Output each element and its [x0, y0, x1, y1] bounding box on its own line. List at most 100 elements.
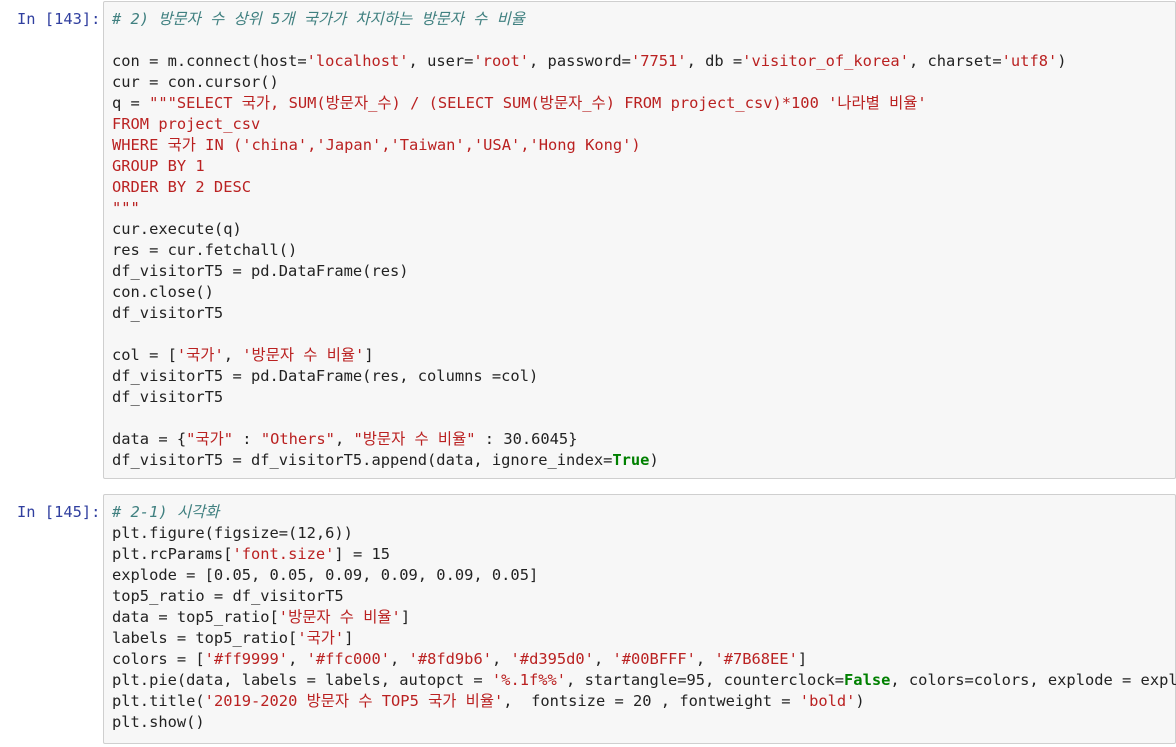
code-line: plt.pie(data, labels = labels, autopct =… [112, 670, 1176, 691]
code-string: GROUP BY 1 [112, 157, 205, 175]
code-token: df_visitorT5 [112, 304, 224, 322]
code-token: df_visitorT5 [112, 388, 224, 406]
notebook-cell-143[interactable]: In [143]: # 2) 방문자 수 상위 5개 국가가 차지하는 방문자 … [0, 0, 1176, 480]
code-line: ORDER BY 2 DESC [112, 177, 1171, 198]
code-token: , [593, 650, 613, 668]
notebook-cell-145[interactable]: In [145]: # 2-1) 시각화 plt.figure(figsize=(… [0, 492, 1176, 744]
code-string: '#8fd9b6' [408, 650, 492, 668]
code-token: data = { [112, 430, 187, 448]
code-content: # 2-1) 시각화 plt.figure(figsize=(12,6)) plt.… [112, 502, 1176, 733]
code-editor[interactable]: # 2) 방문자 수 상위 5개 국가가 차지하는 방문자 수 비율 con = … [103, 1, 1176, 479]
code-line: explode = [0.05, 0.05, 0.09, 0.09, 0.09,… [112, 565, 1171, 586]
code-line: q = """SELECT 국가, SUM(방문자_수) / (SELECT S… [112, 93, 1171, 114]
code-token: ] [400, 608, 411, 626]
code-token: plt.figure(figsize=(12,6)) [112, 524, 353, 542]
code-token: colors = [ [112, 650, 205, 668]
code-editor[interactable]: # 2-1) 시각화 plt.figure(figsize=(12,6)) plt.… [103, 494, 1176, 744]
code-token: plt.title( [112, 692, 205, 710]
code-token: plt.rcParams[ [112, 545, 233, 563]
code-line: res = cur.fetchall() [112, 240, 1171, 261]
code-line: top5_ratio = df_visitorT5 [112, 586, 1171, 607]
code-token: , password= [529, 52, 631, 70]
code-line: plt.show() [112, 712, 1171, 733]
code-string: """ [112, 199, 140, 217]
code-token: df_visitorT5 = pd.DataFrame(res) [112, 262, 409, 280]
code-token: ) [649, 451, 659, 469]
code-token: , [695, 650, 715, 668]
input-prompt: In [145]: [17, 503, 101, 521]
code-token: ] [364, 346, 374, 364]
code-line: colors = ['#ff9999', '#ffc000', '#8fd9b6… [112, 649, 1171, 670]
code-line: data = top5_ratio['방문자 수 비율'] [112, 607, 1171, 628]
code-token: , user= [408, 52, 474, 70]
code-line: data = {"국가" : "Others", "방문자 수 비율" : 30… [112, 429, 1171, 450]
code-string: "방문자 수 비율" [353, 430, 476, 448]
code-token: , [288, 650, 307, 668]
code-string: FROM project_csv [112, 115, 261, 133]
code-token: ] [797, 650, 808, 668]
code-line: df_visitorT5 = pd.DataFrame(res, columns… [112, 366, 1171, 387]
input-prompt: In [143]: [17, 10, 101, 28]
code-string: ORDER BY 2 DESC [112, 178, 251, 196]
code-token: df_visitorT5 = df_visitorT5.append(data,… [112, 451, 613, 469]
code-string: 'utf8' [1001, 52, 1058, 70]
code-token: , colors=colors, explode = explode) [890, 671, 1176, 689]
code-string: WHERE 국가 IN ('china','Japan','Taiwan','U… [112, 136, 641, 154]
code-token: plt.show() [112, 713, 205, 731]
code-line: df_visitorT5 [112, 387, 1171, 408]
code-line: # 2-1) 시각화 [112, 502, 1171, 523]
code-string: '국가' [176, 346, 224, 364]
code-string: '7751' [630, 52, 687, 70]
code-string: 'root' [473, 52, 530, 70]
code-line: GROUP BY 1 [112, 156, 1171, 177]
code-token: , startangle=95, counterclock= [566, 671, 845, 689]
code-token: cur = con.cursor() [112, 73, 279, 91]
code-token: : [233, 430, 261, 448]
code-line: plt.figure(figsize=(12,6)) [112, 523, 1171, 544]
code-token: explode = [0.05, 0.05, 0.09, 0.09, 0.09,… [112, 566, 539, 584]
code-keyword: False [844, 671, 891, 689]
code-token: con = m.connect(host= [112, 52, 307, 70]
code-token: labels = top5_ratio[ [112, 629, 298, 647]
code-line: df_visitorT5 [112, 303, 1171, 324]
code-string: '방문자 수 비율' [278, 608, 401, 626]
code-token: , charset= [908, 52, 1002, 70]
code-string: '2019-2020 방문자 수 TOP5 국가 비율' [204, 692, 504, 710]
code-token: cur.execute(q) [112, 220, 242, 238]
code-string: '국가' [297, 629, 345, 647]
code-token: , fontsize = 20 , fontweight = [503, 692, 800, 710]
code-line: con = m.connect(host='localhost', user='… [112, 51, 1171, 72]
code-line: cur = con.cursor() [112, 72, 1171, 93]
code-line: labels = top5_ratio['국가'] [112, 628, 1171, 649]
code-comment: # 2) 방문자 수 상위 5개 국가가 차지하는 방문자 수 비율 [112, 10, 525, 28]
code-content: # 2) 방문자 수 상위 5개 국가가 차지하는 방문자 수 비율 con = … [112, 9, 1171, 471]
code-token: plt.pie(data, labels = labels, autopct = [112, 671, 492, 689]
code-token: , [223, 346, 243, 364]
code-string: '#7B68EE' [714, 650, 798, 668]
code-token: : 30.6045} [475, 430, 578, 448]
code-line: col = ['국가', '방문자 수 비율'] [112, 345, 1171, 366]
code-line: df_visitorT5 = pd.DataFrame(res) [112, 261, 1171, 282]
code-token: top5_ratio = df_visitorT5 [112, 587, 344, 605]
code-token: res = cur.fetchall() [112, 241, 298, 259]
code-string: '방문자 수 비율' [242, 346, 365, 364]
code-line: FROM project_csv [112, 114, 1171, 135]
code-string: '#ffc000' [306, 650, 391, 668]
code-token: ] [344, 629, 354, 647]
code-string: 'localhost' [306, 52, 409, 70]
code-string: "국가" [186, 430, 233, 448]
code-line: plt.title('2019-2020 방문자 수 TOP5 국가 비율', … [112, 691, 1171, 712]
code-string: '#00BFFF' [612, 650, 696, 668]
code-string: """SELECT 국가, SUM(방문자_수) / (SELECT SUM(방… [149, 94, 927, 112]
code-line: plt.rcParams['font.size'] = 15 [112, 544, 1171, 565]
code-token: , [334, 430, 354, 448]
code-token: ) [855, 692, 865, 710]
code-line: WHERE 국가 IN ('china','Japan','Taiwan','U… [112, 135, 1171, 156]
code-comment: # 2-1) 시각화 [112, 503, 220, 521]
code-token: , db = [686, 52, 743, 70]
code-token: , [491, 650, 511, 668]
code-token: ) [1057, 52, 1067, 70]
